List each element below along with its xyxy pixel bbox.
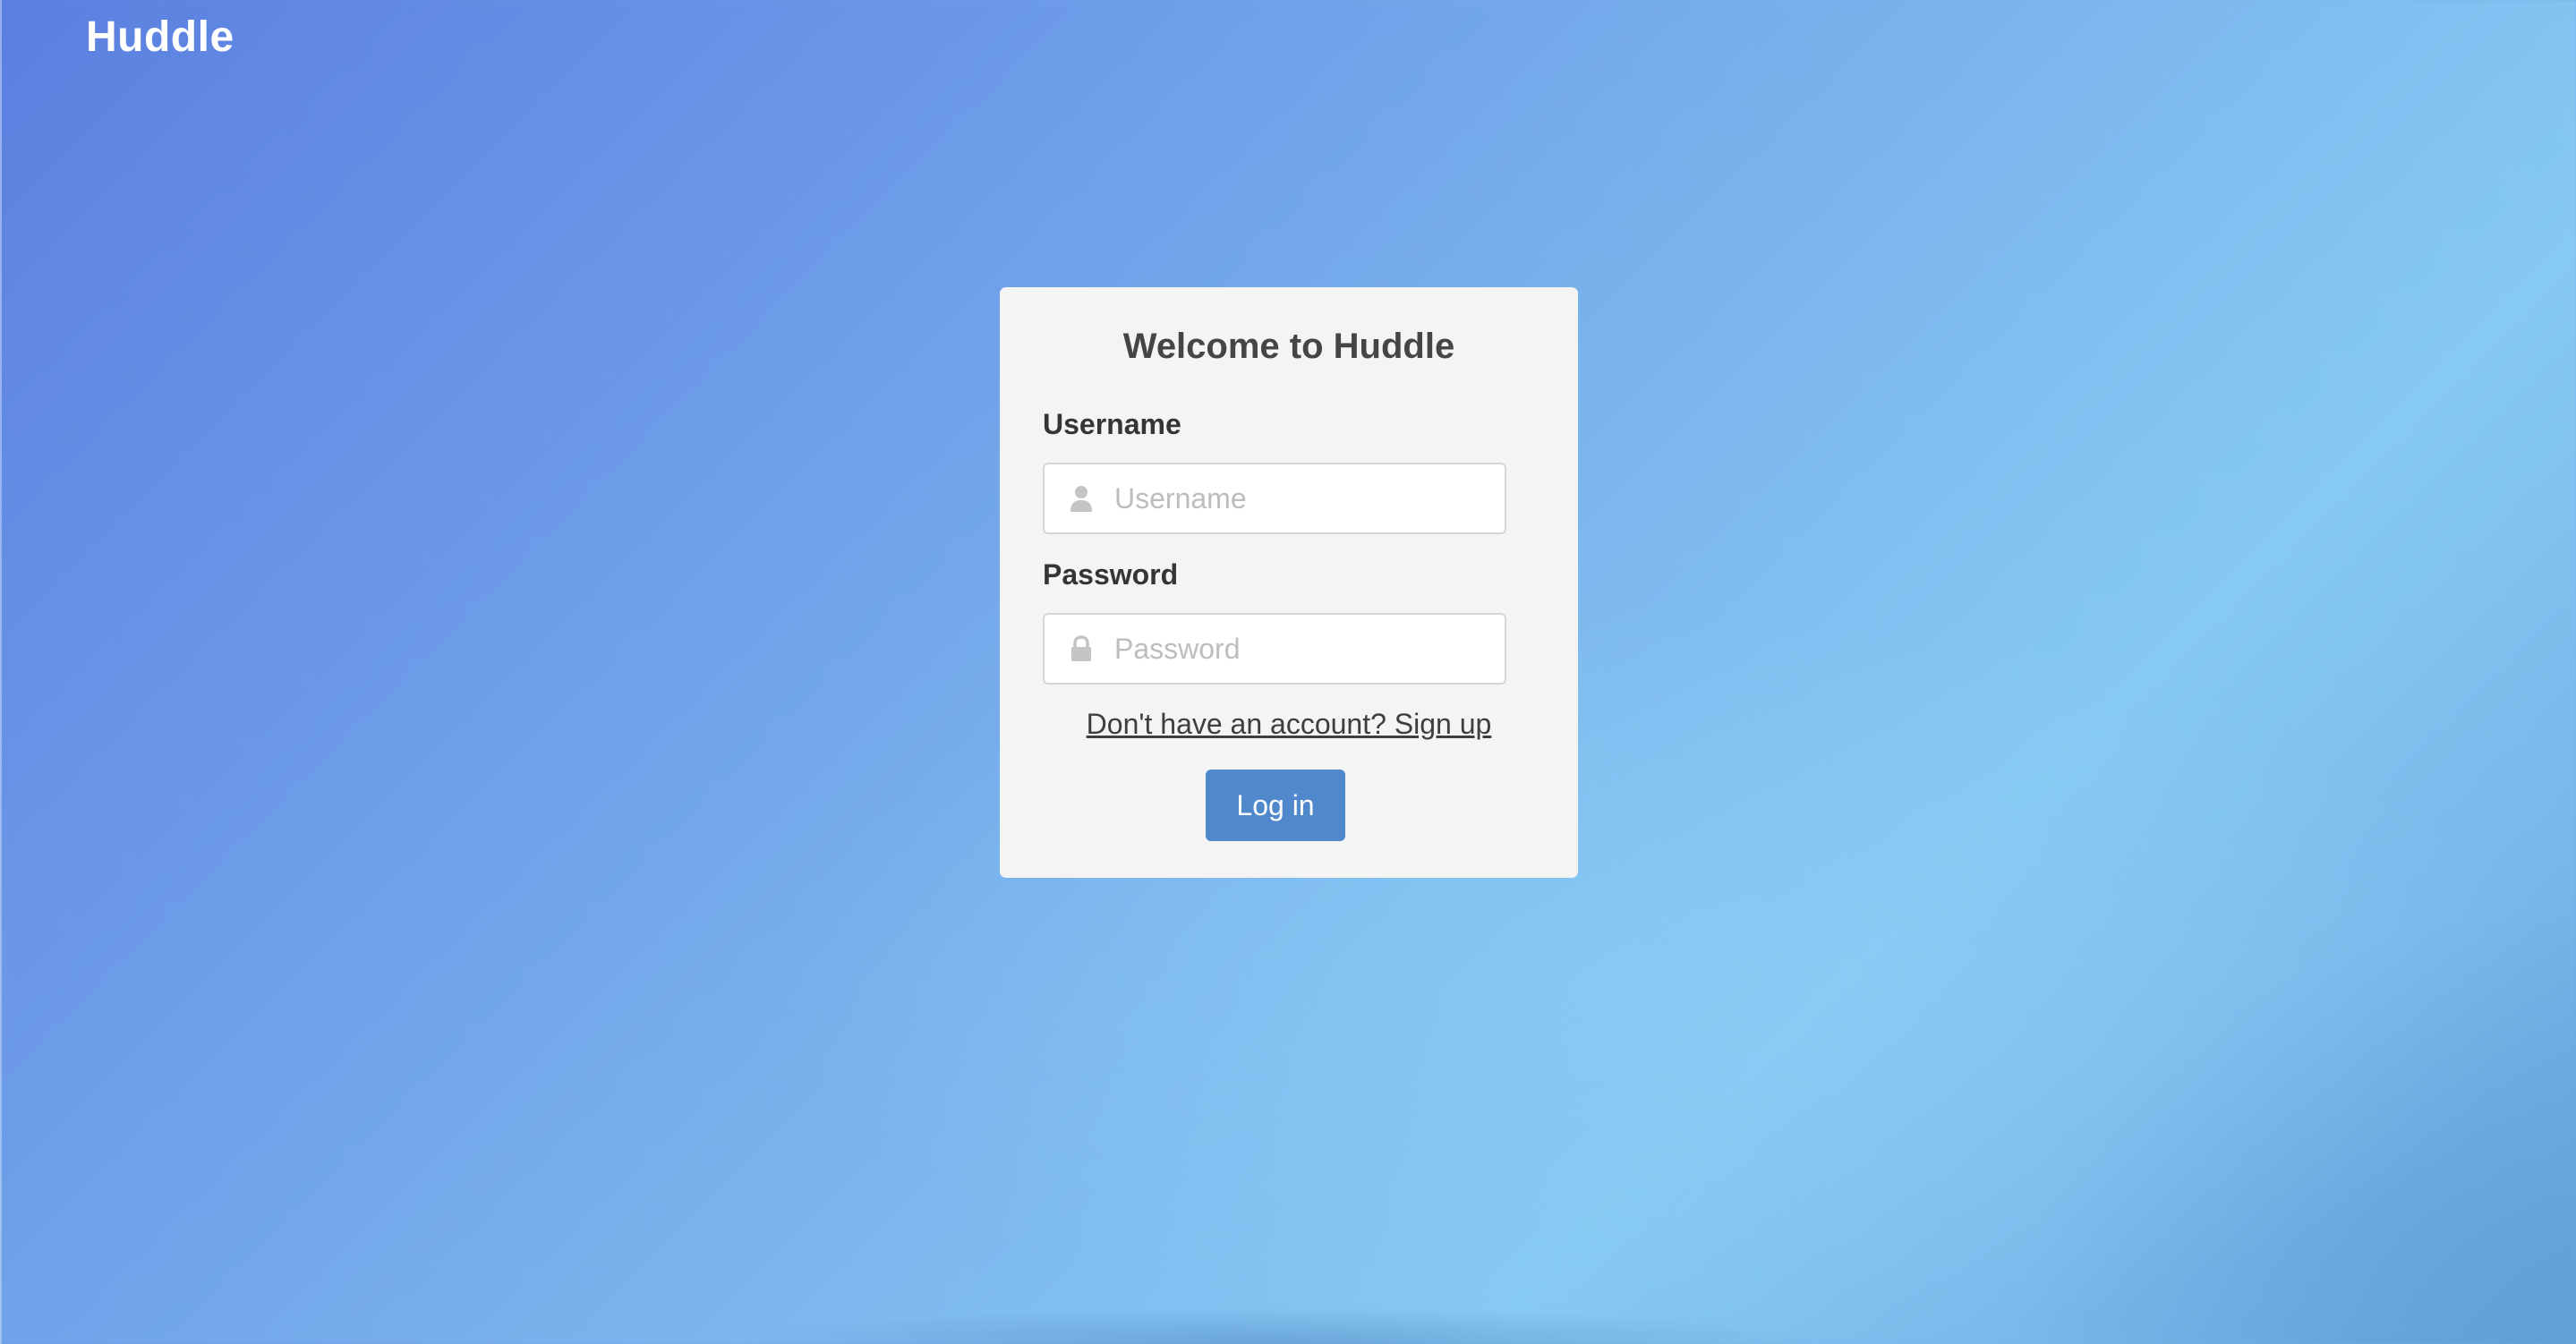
login-title: Welcome to Huddle — [1122, 327, 1455, 366]
window-edge — [0, 0, 2, 1344]
lock-icon — [1070, 634, 1093, 663]
signup-link[interactable]: Don't have an account? Sign up — [1000, 708, 1578, 741]
username-input[interactable] — [1114, 464, 1490, 532]
username-label: Username — [1043, 408, 1181, 440]
user-icon — [1070, 484, 1093, 513]
password-field[interactable] — [1043, 613, 1506, 685]
login-card: Welcome to Huddle Username Password Don'… — [1000, 287, 1578, 878]
brand-logo[interactable]: Huddle — [86, 13, 235, 62]
password-input[interactable] — [1114, 615, 1490, 683]
password-label: Password — [1043, 558, 1179, 591]
background-shadow — [734, 1306, 1826, 1344]
login-button[interactable]: Log in — [1206, 770, 1345, 841]
username-field[interactable] — [1043, 463, 1506, 534]
